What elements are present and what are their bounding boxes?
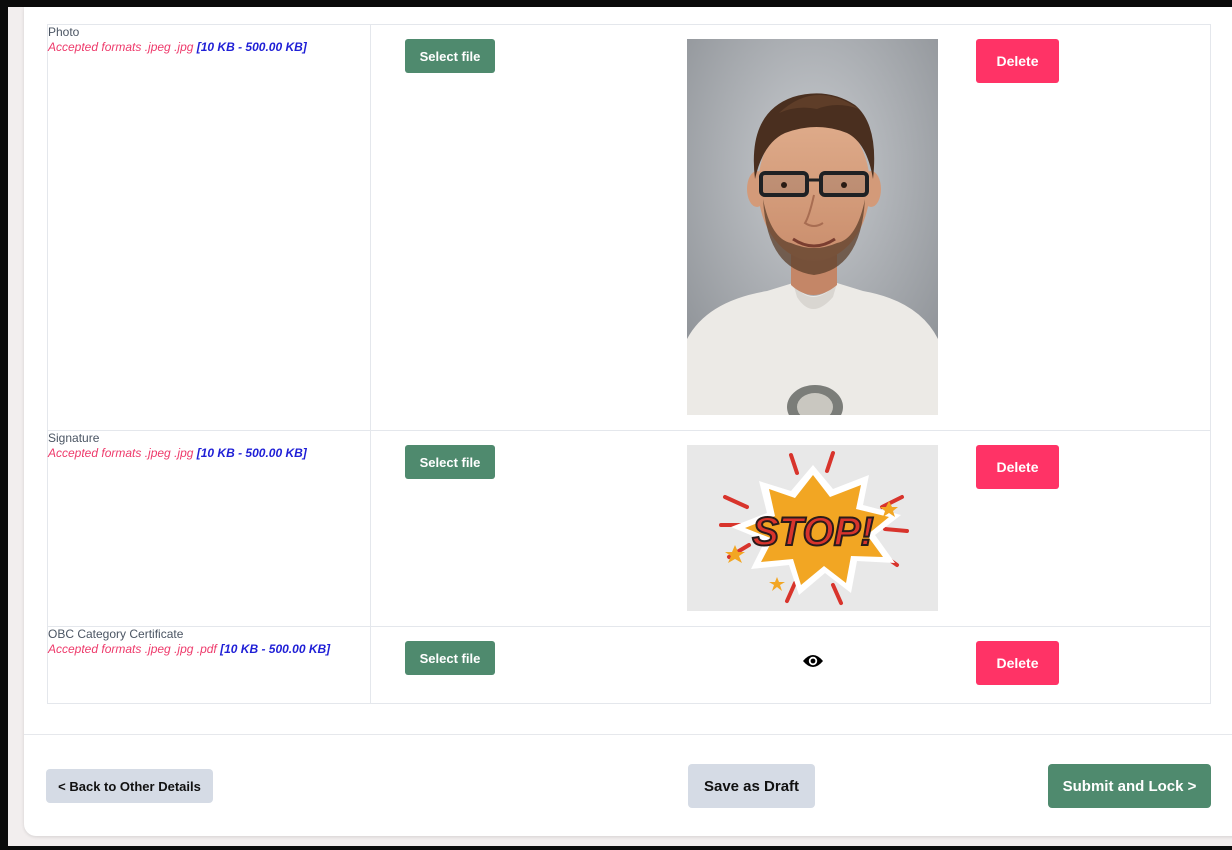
size-range: [10 KB - 500.00 KB]: [220, 642, 331, 656]
document-label-cell: Photo Accepted formats .jpeg .jpg [10 KB…: [47, 24, 371, 431]
delete-button[interactable]: Delete: [976, 641, 1059, 685]
window-frame-left: [0, 0, 8, 850]
document-title: Photo: [48, 25, 80, 39]
document-label-cell: Signature Accepted formats .jpeg .jpg [1…: [47, 430, 371, 627]
delete-button[interactable]: Delete: [976, 39, 1059, 83]
accepted-formats: Accepted formats .jpeg .jpg .pdf: [48, 642, 221, 656]
select-file-button[interactable]: Select file: [405, 445, 495, 479]
document-title: OBC Category Certificate: [48, 627, 184, 641]
eye-icon[interactable]: [802, 653, 824, 669]
select-file-button[interactable]: Select file: [405, 39, 495, 73]
document-title: Signature: [48, 431, 100, 445]
select-file-button[interactable]: Select file: [405, 641, 495, 675]
document-actions-cell: Select file Delete: [370, 626, 1211, 704]
submit-and-lock-button[interactable]: Submit and Lock >: [1048, 764, 1211, 808]
document-actions-cell: Select file: [370, 24, 1211, 431]
signature-preview: STOP!: [687, 445, 938, 611]
sticker-text: STOP!: [752, 510, 874, 554]
format-hint: Accepted formats .jpeg .jpg [10 KB - 500…: [48, 40, 370, 55]
photo-preview: [687, 39, 938, 415]
save-as-draft-button[interactable]: Save as Draft: [688, 764, 815, 808]
format-hint: Accepted formats .jpeg .jpg .pdf [10 KB …: [48, 642, 370, 657]
stop-sticker-image: STOP!: [687, 445, 938, 611]
accepted-formats: Accepted formats .jpeg .jpg: [48, 40, 197, 54]
table-row: OBC Category Certificate Accepted format…: [47, 626, 1211, 704]
accepted-formats: Accepted formats .jpeg .jpg: [48, 446, 197, 460]
footer-divider: [24, 734, 1232, 735]
delete-button[interactable]: Delete: [976, 445, 1059, 489]
size-range: [10 KB - 500.00 KB]: [196, 446, 307, 460]
back-to-other-details-button[interactable]: < Back to Other Details: [46, 769, 213, 803]
documents-table: Photo Accepted formats .jpeg .jpg [10 KB…: [47, 24, 1211, 704]
size-range: [10 KB - 500.00 KB]: [196, 40, 307, 54]
table-row: Photo Accepted formats .jpeg .jpg [10 KB…: [47, 24, 1211, 431]
window-frame-top: [0, 0, 1232, 7]
portrait-photo: [687, 39, 938, 415]
format-hint: Accepted formats .jpeg .jpg [10 KB - 500…: [48, 446, 370, 461]
document-actions-cell: Select file: [370, 430, 1211, 627]
document-label-cell: OBC Category Certificate Accepted format…: [47, 626, 371, 704]
window-frame-bottom: [0, 846, 1232, 850]
documents-card: Photo Accepted formats .jpeg .jpg [10 KB…: [24, 7, 1232, 836]
table-row: Signature Accepted formats .jpeg .jpg [1…: [47, 430, 1211, 627]
